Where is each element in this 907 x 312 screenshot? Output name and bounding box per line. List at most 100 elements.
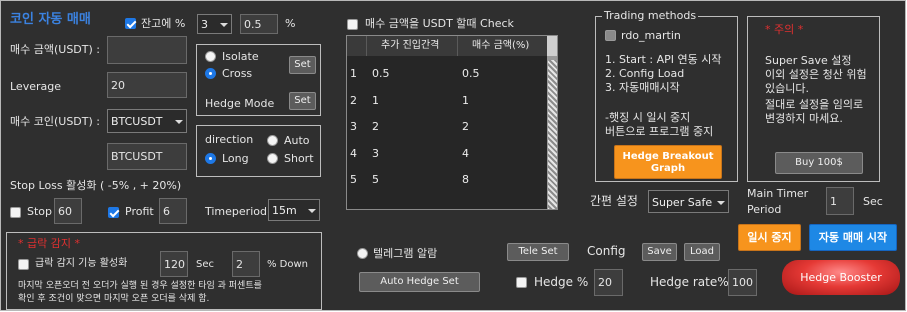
table-corner [347,36,366,56]
leverage-label: Leverage [10,80,61,93]
percent-select[interactable]: 3 [197,14,232,34]
user-checkbox[interactable] [605,30,616,41]
pause-button[interactable]: 일시 중지 [738,224,801,251]
simple-settings-label: 간편 설정 [590,194,638,208]
sudden-drop-checkbox[interactable] [18,259,29,270]
auto-trade-start-button[interactable]: 자동 매매 시작 [809,224,897,251]
row-index: 5 [350,173,357,186]
main-timer-label-line2: Period [747,203,782,216]
table-row[interactable]: 5 5 8 [347,167,547,192]
hedge-rate-input[interactable]: 100 [728,269,757,296]
timeperiod-select[interactable]: 15m [268,199,320,221]
method-line2: 2. Config Load [605,67,685,80]
hedge-mode-set-button[interactable]: Set [289,92,316,110]
profit-checkbox[interactable] [108,207,119,218]
telegram-radio[interactable] [357,248,368,259]
row-index: 4 [350,147,357,160]
stop-checkbox[interactable] [10,207,21,218]
config-load-button[interactable]: Load [684,243,720,261]
table-scrollbar[interactable] [547,56,557,209]
buy-amount-input[interactable] [107,36,187,64]
buy-amount-label: 매수 금액(USDT) : [10,43,100,56]
hedge-pct-label: Hedge % [534,275,589,289]
row-index: 3 [350,120,357,133]
usdt-check-checkbox[interactable] [347,19,358,30]
chevron-down-icon [220,23,228,27]
sudden-drop-title: * 급락 감지 * [18,237,80,250]
profit-label: Profit [125,205,154,218]
table-row[interactable]: 4 3 4 [347,141,547,166]
row-amount: 2 [462,120,469,133]
notice-line2: 이외 설정은 청산 위험 [765,68,867,81]
app-title: 코인 자동 매매 [10,12,91,27]
buy-coin-select-value: BTCUSDT [111,115,163,128]
config-save-button[interactable]: Save [642,243,677,261]
row-interval: 0.5 [372,67,390,80]
margin-set-button[interactable]: Set [289,56,316,74]
scrollbar-thumb[interactable] [548,60,557,209]
buy-100-button[interactable]: Buy 100$ [775,152,863,174]
trading-methods-title: Trading methods [602,9,699,23]
sudden-drop-enable-label: 급락 감지 기능 활성화 [35,258,128,269]
chevron-down-icon [175,120,183,124]
hedge-booster-button[interactable]: Hedge Booster [782,260,900,295]
direction-label: direction [205,133,254,146]
table-row[interactable]: 1 0.5 0.5 [347,61,547,86]
long-radio[interactable] [205,153,216,164]
auto-radio[interactable] [267,135,278,146]
sudden-note-line1: 마지막 오픈오더 전 오더가 실행 된 경우 설정한 타임 과 퍼센트를 [18,281,262,291]
table-header-interval: 추가 진입간격 [366,36,457,56]
balance-ratio-checkbox[interactable] [125,18,136,29]
hedge-breakout-line1: Hedge Breakout [622,151,714,162]
row-interval: 2 [372,120,379,133]
main-timer-input[interactable]: 1 [826,187,854,215]
row-amount: 1 [462,94,469,107]
auto-hedge-set-button[interactable]: Auto Hedge Set [359,272,480,292]
hedge-mode-label: Hedge Mode [205,97,275,110]
main-timer-label-line1: Main Timer [747,187,809,200]
sudden-sec-input[interactable]: 120 [160,251,188,277]
hedge-rate-label: Hedge rate% [650,275,729,289]
row-index: 2 [350,94,357,107]
profit-input[interactable]: 6 [159,198,187,224]
auto-label: Auto [284,134,310,147]
buy-coin-label: 매수 코인(USDT) : [10,115,100,128]
hedge-breakout-graph-button[interactable]: Hedge Breakout Graph [614,145,722,179]
percent-select-value: 3 [201,18,208,31]
simple-settings-select[interactable]: Super Safe [648,190,729,213]
buy-coin-select[interactable]: BTCUSDT [107,109,187,133]
trading-window: 코인 자동 매매 잔고에 % 3 0.5 % 매수 금액(USDT) : Lev… [0,0,906,311]
table-row[interactable]: 2 1 1 [347,88,547,113]
entry-table: 추가 진입간격 매수 금액(%) 1 0.5 0.5 2 1 1 3 2 2 4… [346,35,558,210]
stop-input[interactable]: 60 [54,198,82,224]
isolate-radio[interactable] [205,51,216,62]
ratio-input[interactable]: 0.5 [240,14,278,34]
table-row[interactable]: 3 2 2 [347,114,547,139]
hedge-pct-checkbox[interactable] [516,277,527,288]
leverage-input[interactable]: 20 [107,72,187,98]
header-amount-text: 매수 금액(%) [472,40,530,51]
isolate-label: Isolate [222,50,259,63]
hedge-pct-input[interactable]: 20 [594,269,623,296]
timeperiod-label: Timeperiod [205,205,267,218]
method-line1: 1. Start : API 연동 시작 [605,53,722,66]
sudden-pct-unit: % Down [267,259,309,270]
notice-line5: 변경하지 마세요. [765,112,843,125]
method-line4: -햇징 시 일시 중지 [605,111,691,124]
row-index: 1 [350,67,357,80]
user-label: rdo_martin [621,29,681,42]
header-interval-text: 추가 진입간격 [381,40,440,51]
cross-label: Cross [222,67,253,80]
short-radio[interactable] [267,153,278,164]
sudden-pct-input[interactable]: 2 [232,251,260,277]
notice-line1: Super Save 설정 [765,54,852,67]
tele-set-button[interactable]: Tele Set [507,243,569,261]
sudden-sec-unit: Sec [196,259,214,270]
balance-ratio-label: 잔고에 % [141,17,186,30]
buy-coin-input[interactable]: BTCUSDT [107,143,187,170]
stop-label: Stop [27,205,53,218]
hedge-breakout-line2: Graph [650,163,686,174]
main-timer-unit: Sec [863,195,883,208]
table-header-amount: 매수 금액(%) [457,36,547,56]
cross-radio[interactable] [205,68,216,79]
